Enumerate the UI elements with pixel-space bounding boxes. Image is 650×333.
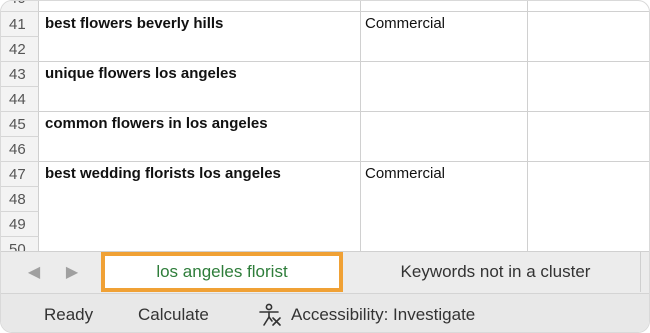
intent-cell[interactable]	[360, 211, 527, 236]
accessibility-icon[interactable]	[257, 303, 283, 327]
table-row: 40	[1, 1, 649, 11]
sheet-tab-active[interactable]: los angeles florist	[101, 252, 343, 292]
row-number[interactable]: 49	[1, 211, 39, 236]
row-number[interactable]: 44	[1, 86, 39, 111]
table-row: 45 common flowers in los angeles	[1, 111, 649, 136]
row-number[interactable]: 40	[1, 1, 39, 11]
table-row: 49	[1, 211, 649, 236]
intent-cell[interactable]	[360, 186, 527, 211]
spreadsheet-grid: 40 41 best flowers beverly hills Commerc…	[1, 1, 649, 251]
row-number[interactable]: 45	[1, 111, 39, 136]
table-row: 47 best wedding florists los angeles Com…	[1, 161, 649, 186]
keyword-cell[interactable]: best wedding florists los angeles	[39, 161, 360, 186]
table-row: 48	[1, 186, 649, 211]
row-divider	[39, 61, 649, 62]
chevron-right-icon[interactable]: ▶	[63, 262, 81, 284]
empty-cell[interactable]	[527, 11, 649, 36]
table-row: 42	[1, 36, 649, 61]
keyword-cell[interactable]	[39, 136, 360, 161]
row-number[interactable]: 42	[1, 36, 39, 61]
intent-cell[interactable]	[360, 86, 527, 111]
row-divider	[39, 111, 649, 112]
keyword-cell[interactable]	[39, 36, 360, 61]
row-divider	[39, 11, 649, 12]
status-calculate[interactable]: Calculate	[138, 294, 209, 332]
status-bar: Ready Calculate Accessibility: Investiga…	[1, 293, 649, 332]
keyword-cell[interactable]	[39, 86, 360, 111]
status-ready: Ready	[44, 305, 94, 324]
intent-cell[interactable]	[360, 136, 527, 161]
row-number[interactable]: 46	[1, 136, 39, 161]
row-number[interactable]: 43	[1, 61, 39, 86]
row-divider	[39, 161, 649, 162]
intent-cell[interactable]: Commercial	[360, 11, 527, 36]
row-number[interactable]: 47	[1, 161, 39, 186]
keyword-cell[interactable]	[39, 211, 360, 236]
keyword-cell[interactable]: best flowers beverly hills	[39, 11, 360, 36]
keyword-cell[interactable]: common flowers in los angeles	[39, 111, 360, 136]
intent-cell[interactable]: Commercial	[360, 161, 527, 186]
intent-cell[interactable]	[360, 111, 527, 136]
column-divider	[527, 1, 528, 251]
intent-cell[interactable]	[360, 61, 527, 86]
table-row: 41 best flowers beverly hills Commercial	[1, 11, 649, 36]
row-number[interactable]: 50	[1, 236, 39, 251]
intent-cell[interactable]	[360, 36, 527, 61]
row-number[interactable]: 41	[1, 11, 39, 36]
table-row: 44	[1, 86, 649, 111]
sheet-tab-bar: ◀ ▶ los angeles florist Keywords not in …	[1, 251, 649, 293]
status-accessibility[interactable]: Accessibility: Investigate	[291, 294, 475, 332]
column-divider	[360, 1, 361, 251]
sheet-tab[interactable]: Keywords not in a cluster	[351, 252, 641, 292]
chevron-left-icon[interactable]: ◀	[25, 262, 43, 284]
keyword-cell[interactable]: unique flowers los angeles	[39, 61, 360, 86]
table-row: 50	[1, 236, 649, 251]
spreadsheet-window: 40 41 best flowers beverly hills Commerc…	[0, 0, 650, 333]
keyword-cell[interactable]	[39, 186, 360, 211]
table-row: 46	[1, 136, 649, 161]
table-row: 43 unique flowers los angeles	[1, 61, 649, 86]
row-number[interactable]: 48	[1, 186, 39, 211]
